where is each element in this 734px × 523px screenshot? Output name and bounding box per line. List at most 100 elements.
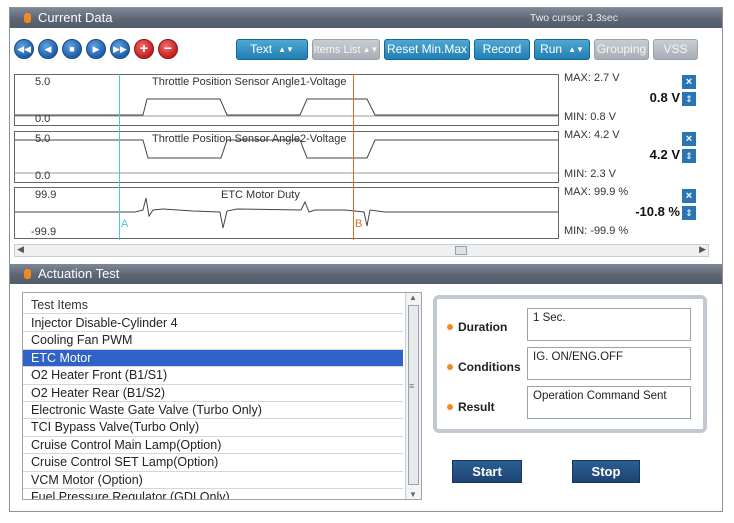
result-value: Operation Command Sent [527, 386, 691, 419]
graph-tps2-stats: MAX: 4.2 V 4.2 V MIN: 2.3 V × ⇕ [562, 129, 712, 181]
y-max-label: 99.9 [35, 189, 57, 201]
list-item[interactable]: O2 Heater Rear (B1/S2) [23, 385, 403, 402]
actuation-header: Actuation Test [10, 264, 722, 284]
min-value: MIN: 0.8 V [564, 111, 616, 123]
graph-etc[interactable]: 99.9 -99.9 ETC Motor Duty [14, 187, 559, 239]
graph-toolbar: ◀◀ ◀ ■ ▶ ▶▶ + − Text ▲▼ Items List ▲▼ Rese… [14, 36, 704, 62]
text-view-label: Text [250, 42, 273, 56]
current-data-title: Current Data [38, 10, 113, 25]
move-updown-icon[interactable]: ⇕ [682, 206, 696, 220]
add-graph-icon[interactable]: + [134, 39, 154, 59]
bullet-icon [447, 364, 453, 370]
list-scrollbar[interactable]: ▲ ≡ ▼ [405, 293, 421, 499]
scroll-down-icon[interactable]: ▼ [409, 490, 417, 499]
current-data-header: Current Data Two cursor: 3.3sec [10, 8, 722, 28]
record-button[interactable]: Record [474, 39, 530, 60]
bullet-icon [447, 404, 453, 410]
bullet-icon [447, 324, 453, 330]
list-item[interactable]: Fuel Pressure Regulator (GDI Only) [23, 489, 403, 499]
cursor-b-line[interactable] [353, 74, 354, 240]
stop-button[interactable]: Stop [572, 460, 640, 483]
forward-icon[interactable]: ▶ [86, 39, 106, 59]
list-item[interactable]: Injector Disable-Cylinder 4 [23, 315, 403, 333]
current-value: 4.2 V [649, 147, 680, 162]
cursor-a-label: A [121, 218, 129, 230]
duration-label-text: Duration [458, 320, 508, 334]
start-button[interactable]: Start [452, 460, 522, 483]
list-item[interactable]: VCM Motor (Option) [23, 472, 403, 489]
list-item[interactable]: O2 Heater Front (B1/S1) [23, 367, 403, 385]
y-min-label: 0.0 [35, 170, 51, 182]
vss-button[interactable]: VSS [653, 39, 698, 60]
scroll-left-icon[interactable]: ◀ [17, 244, 24, 255]
scroll-up-icon[interactable]: ▲ [409, 293, 417, 302]
cursor-b-label: B [355, 218, 363, 230]
current-value: -10.8 % [635, 204, 680, 219]
run-label: Run [540, 42, 563, 56]
conditions-label-text: Conditions [458, 360, 521, 374]
timeline-scrollbar[interactable]: ◀ ▶ [14, 244, 709, 257]
max-value: MAX: 99.9 % [564, 186, 629, 198]
reset-min-max-button[interactable]: Reset Min.Max [384, 39, 470, 60]
close-graph-icon[interactable]: × [682, 189, 696, 203]
list-item[interactable]: Cooling Fan PWM [23, 332, 403, 350]
grouping-button[interactable]: Grouping [594, 39, 649, 60]
y-min-label: 0.0 [35, 113, 51, 125]
max-value: MAX: 2.7 V [564, 72, 620, 84]
rewind-icon[interactable]: ◀ [38, 39, 58, 59]
list-item[interactable]: Cruise Control SET Lamp(Option) [23, 454, 403, 472]
move-updown-icon[interactable]: ⇕ [682, 149, 696, 163]
grip-icon: ≡ [409, 381, 415, 391]
forward-fast-icon[interactable]: ▶▶ [110, 39, 130, 59]
cursor-a-line[interactable] [119, 74, 120, 240]
scroll-thumb[interactable] [455, 246, 467, 255]
text-view-dropdown[interactable]: Text ▲▼ [236, 39, 308, 60]
updown-caret-icon: ▲▼ [278, 45, 294, 54]
list-header: Test Items [23, 297, 403, 315]
graph-title: Throttle Position Sensor Angle2-Voltage [152, 133, 347, 145]
graph-tps2[interactable]: 5.0 0.0 Throttle Position Sensor Angle2-… [14, 131, 559, 183]
items-list-label: Items List [313, 44, 361, 56]
orange-marker-icon [24, 269, 31, 279]
move-updown-icon[interactable]: ⇕ [682, 92, 696, 106]
list-item[interactable]: Electronic Waste Gate Valve (Turbo Only) [23, 402, 403, 420]
scroll-right-icon[interactable]: ▶ [699, 244, 706, 255]
duration-value: 1 Sec. [527, 308, 691, 341]
y-min-label: -99.9 [31, 226, 57, 238]
trace-etc [15, 197, 558, 229]
close-graph-icon[interactable]: × [682, 132, 696, 146]
conditions-value: IG. ON/ENG.OFF [527, 347, 691, 380]
graph-title: Throttle Position Sensor Angle1-Voltage [152, 76, 347, 88]
cursor-info: Two cursor: 3.3sec [529, 12, 618, 24]
graph-tps1[interactable]: 5.0 0.0 Throttle Position Sensor Angle1-… [14, 74, 559, 126]
remove-graph-icon[interactable]: − [158, 39, 178, 59]
trace-tps1 [15, 98, 558, 116]
result-label: Result [447, 400, 495, 414]
list-item[interactable]: TCI Bypass Valve(Turbo Only) [23, 419, 403, 437]
items-list-dropdown[interactable]: Items List ▲▼ [312, 39, 380, 60]
min-value: MIN: -99.9 % [564, 225, 629, 237]
list-item[interactable]: ETC Motor [23, 349, 403, 368]
max-value: MAX: 4.2 V [564, 129, 620, 141]
min-value: MIN: 2.3 V [564, 168, 616, 180]
graph-title: ETC Motor Duty [221, 189, 300, 201]
graph-tps1-stats: MAX: 2.7 V 0.8 V MIN: 0.8 V × ⇕ [562, 72, 712, 124]
result-label-text: Result [458, 400, 495, 414]
duration-label: Duration [447, 320, 507, 334]
updown-caret-icon: ▲▼ [568, 45, 584, 54]
test-info-panel: Duration 1 Sec. Conditions IG. ON/ENG.OF… [433, 295, 707, 433]
run-dropdown[interactable]: Run ▲▼ [534, 39, 590, 60]
graph-etc-stats: MAX: 99.9 % -10.8 % MIN: -99.9 % × ⇕ [562, 186, 712, 238]
current-value: 0.8 V [649, 90, 680, 105]
y-max-label: 5.0 [35, 76, 51, 88]
y-max-label: 5.0 [35, 133, 51, 145]
orange-marker-icon [24, 13, 31, 23]
conditions-label: Conditions [447, 360, 521, 374]
test-items-list[interactable]: Test Items Injector Disable-Cylinder 4 Co… [22, 292, 422, 500]
stop-icon[interactable]: ■ [62, 39, 82, 59]
rewind-fast-icon[interactable]: ◀◀ [14, 39, 34, 59]
close-graph-icon[interactable]: × [682, 75, 696, 89]
list-scroll-thumb[interactable] [408, 305, 419, 485]
list-item[interactable]: Cruise Control Main Lamp(Option) [23, 437, 403, 455]
updown-caret-icon: ▲▼ [362, 45, 379, 54]
